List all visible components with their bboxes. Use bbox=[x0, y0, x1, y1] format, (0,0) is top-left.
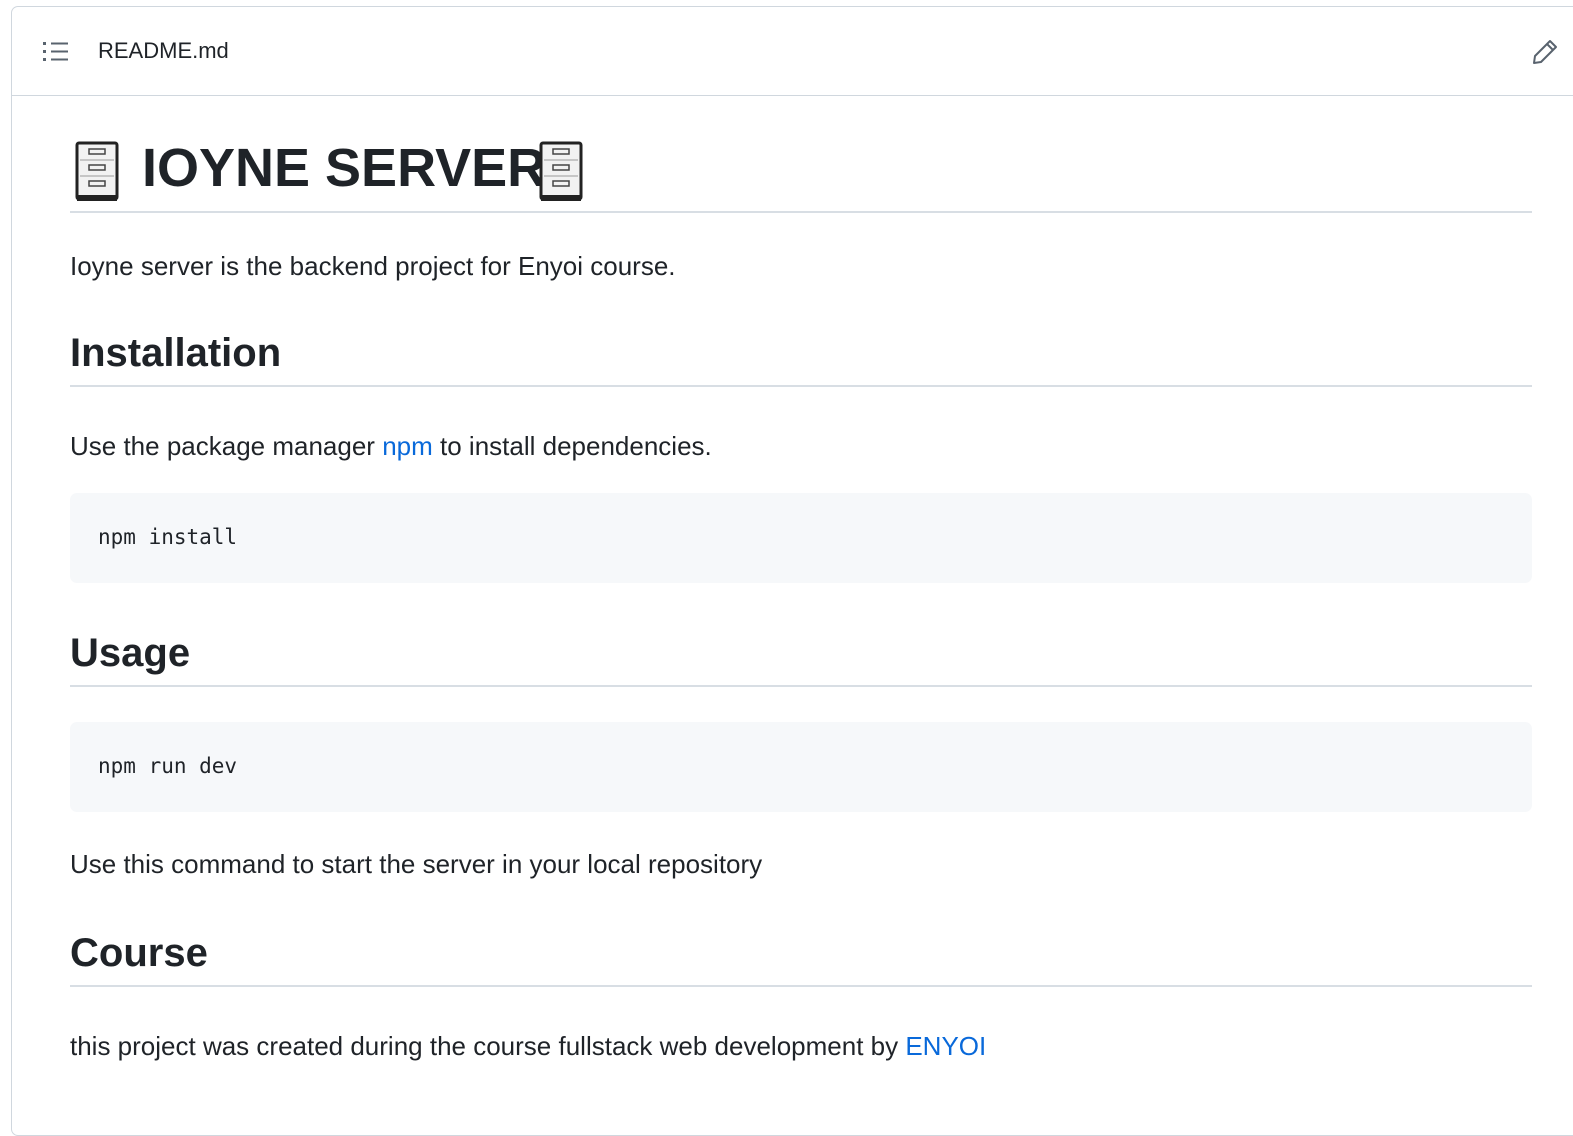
page-title: IOYNE SERVER bbox=[70, 135, 1532, 213]
file-cabinet-icon bbox=[74, 141, 120, 203]
file-cabinet-icon bbox=[538, 141, 584, 203]
code-block-install: npm install bbox=[70, 493, 1532, 583]
enyoi-link[interactable]: ENYOI bbox=[905, 1031, 986, 1061]
installation-paragraph: Use the package manager npm to install d… bbox=[70, 429, 712, 463]
title-text: IOYNE SERVER bbox=[142, 138, 547, 198]
usage-heading: Usage bbox=[70, 627, 1532, 687]
code-install: npm install bbox=[98, 525, 238, 549]
installation-text-after: to install dependencies. bbox=[432, 431, 712, 461]
course-heading: Course bbox=[70, 927, 1532, 987]
code-block-usage: npm run dev bbox=[70, 722, 1532, 812]
readme-header: README.md bbox=[12, 7, 1573, 96]
installation-text-before: Use the package manager bbox=[70, 431, 383, 461]
code-usage: npm run dev bbox=[98, 754, 238, 778]
usage-paragraph: Use this command to start the server in … bbox=[70, 849, 763, 879]
list-unordered-icon[interactable] bbox=[42, 40, 70, 64]
npm-link[interactable]: npm bbox=[382, 431, 433, 461]
course-paragraph: this project was created during the cour… bbox=[70, 1029, 986, 1063]
course-text-before: this project was created during the cour… bbox=[70, 1031, 906, 1061]
intro-paragraph: Ioyne server is the backend project for … bbox=[70, 251, 676, 281]
installation-heading: Installation bbox=[70, 327, 1532, 387]
pencil-icon[interactable] bbox=[1530, 37, 1560, 67]
readme-container: README.md IOYNE SERVER Ioyne server is t… bbox=[11, 6, 1573, 1136]
readme-filename: README.md bbox=[98, 38, 229, 63]
